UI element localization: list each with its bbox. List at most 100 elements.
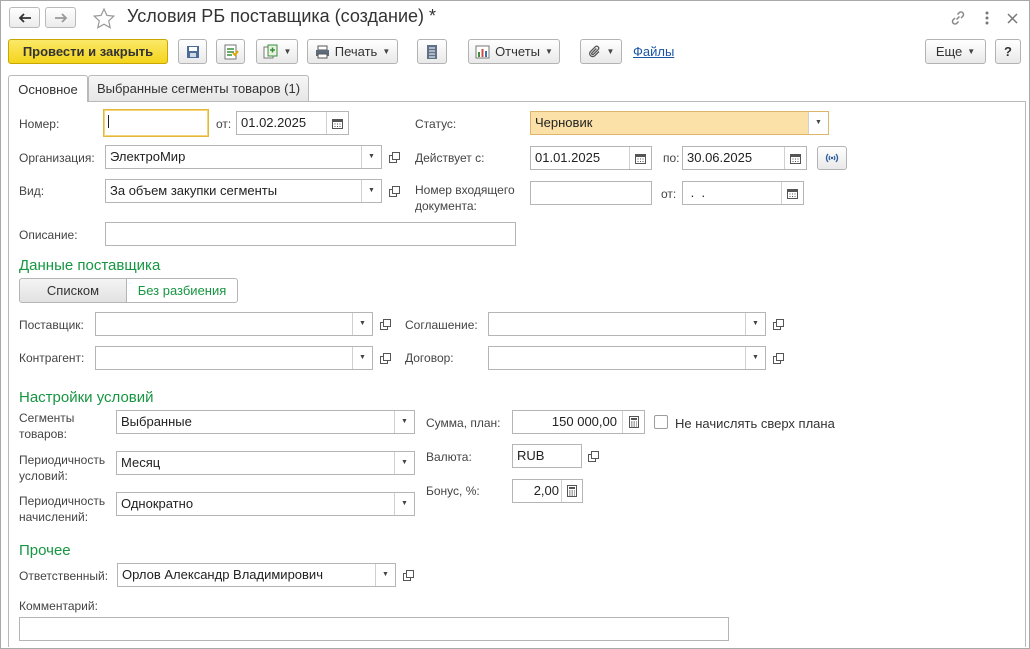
create-based-on-button[interactable]: ▼ — [256, 39, 298, 64]
calendar-button[interactable] — [781, 182, 803, 204]
incoming-date-field[interactable]: . . — [682, 181, 804, 205]
amount-field[interactable]: 150 000,00 — [512, 410, 645, 434]
help-label: ? — [1004, 44, 1012, 59]
no-over-plan-checkbox[interactable] — [654, 415, 668, 429]
reports-button[interactable]: Отчеты ▼ — [468, 39, 560, 64]
contract-field[interactable]: ▼ — [488, 346, 766, 370]
bonus-field[interactable]: 2,00 — [512, 479, 583, 503]
open-supplier-button[interactable] — [374, 312, 396, 336]
tab-selected-segments-label: Выбранные сегменты товаров (1) — [96, 81, 301, 96]
segments-label-2: товаров: — [19, 427, 68, 441]
floppy-disk-icon — [186, 45, 199, 58]
more-actions-button[interactable]: Еще ▼ — [925, 39, 986, 64]
responsible-field[interactable]: Орлов Александр Владимирович ▼ — [117, 563, 396, 587]
open-agreement-button[interactable] — [767, 312, 789, 336]
tab-selected-segments[interactable]: Выбранные сегменты товаров (1) — [88, 75, 309, 101]
status-select[interactable]: Черновик ▼ — [530, 111, 829, 135]
number-label: Номер: — [19, 117, 60, 131]
chevron-down-icon[interactable]: ▼ — [394, 493, 414, 515]
valid-to-field[interactable]: 30.06.2025 — [682, 146, 807, 170]
organization-label: Организация: — [19, 151, 95, 165]
chevron-down-icon[interactable]: ▼ — [352, 347, 372, 369]
chevron-down-icon[interactable]: ▼ — [375, 564, 395, 586]
close-icon — [1006, 12, 1018, 24]
print-button[interactable]: Печать ▼ — [307, 39, 398, 64]
open-window-icon — [388, 185, 400, 197]
open-window-icon — [402, 569, 414, 581]
incoming-number-field[interactable] — [530, 181, 652, 205]
period-select-button[interactable] — [817, 146, 847, 170]
open-counterparty-button[interactable] — [374, 346, 396, 370]
conditions-section-title: Настройки условий — [19, 389, 154, 406]
open-responsible-button[interactable] — [397, 563, 419, 587]
from-label: от: — [216, 117, 232, 131]
post-button[interactable] — [216, 39, 245, 64]
open-contract-button[interactable] — [767, 346, 789, 370]
chevron-down-icon[interactable]: ▼ — [361, 146, 381, 168]
more-menu-button[interactable] — [981, 9, 993, 27]
files-link[interactable]: Файлы — [633, 44, 674, 59]
chevron-down-icon: ▼ — [382, 47, 391, 56]
chevron-down-icon[interactable]: ▼ — [745, 347, 765, 369]
segments-select[interactable]: Выбранные ▼ — [116, 410, 415, 434]
calendar-button[interactable] — [326, 112, 348, 134]
journal-button[interactable] — [417, 39, 447, 64]
open-window-icon — [379, 352, 391, 364]
open-window-icon — [772, 318, 784, 330]
favorite-button[interactable] — [92, 6, 116, 30]
kind-field[interactable]: За объем закупки сегменты ▼ — [105, 179, 382, 203]
chevron-down-icon[interactable]: ▼ — [394, 411, 414, 433]
organization-field[interactable]: ЭлектроМир ▼ — [105, 145, 382, 169]
link-button[interactable] — [949, 9, 967, 27]
attach-button[interactable]: ▼ — [580, 39, 622, 64]
post-and-close-button[interactable]: Провести и закрыть — [8, 39, 168, 64]
mode-list-button[interactable]: Списком — [19, 278, 127, 303]
post-and-close-label: Провести и закрыть — [22, 44, 154, 59]
back-button[interactable] — [9, 7, 40, 28]
calculator-button[interactable] — [561, 480, 582, 502]
chevron-down-icon: ▼ — [283, 47, 292, 56]
tab-main-label: Основное — [18, 81, 78, 97]
supplier-field[interactable]: ▼ — [95, 312, 373, 336]
currency-field[interactable]: RUB — [512, 444, 582, 468]
chevron-down-icon: ▼ — [545, 47, 553, 56]
comment-field[interactable] — [19, 617, 729, 641]
help-button[interactable]: ? — [995, 39, 1021, 64]
open-organization-button[interactable] — [383, 145, 405, 169]
segments-label-1: Сегменты — [19, 411, 75, 425]
open-window-icon — [587, 450, 599, 462]
incoming-number-label-1: Номер входящего — [415, 183, 515, 197]
accrual-label-2: начислений: — [19, 510, 89, 524]
date-field[interactable]: 01.02.2025 — [236, 111, 349, 135]
forward-button[interactable] — [45, 7, 76, 28]
chevron-down-icon[interactable]: ▼ — [352, 313, 372, 335]
counterparty-label: Контрагент: — [19, 351, 85, 365]
calculator-button[interactable] — [622, 411, 644, 433]
open-kind-button[interactable] — [383, 179, 405, 203]
tab-main[interactable]: Основное — [8, 75, 88, 102]
valid-from-field[interactable]: 01.01.2025 — [530, 146, 652, 170]
periodicity-select[interactable]: Месяц ▼ — [116, 451, 415, 475]
open-currency-button[interactable] — [582, 444, 604, 468]
agreement-field[interactable]: ▼ — [488, 312, 766, 336]
window-title: Условия РБ поставщика (создание) * — [127, 6, 437, 26]
reports-label: Отчеты — [495, 44, 540, 59]
chevron-down-icon[interactable]: ▼ — [745, 313, 765, 335]
create-based-on-icon — [263, 44, 278, 58]
supplier-label: Поставщик: — [19, 318, 84, 332]
calendar-button[interactable] — [629, 147, 651, 169]
chevron-down-icon[interactable]: ▼ — [361, 180, 381, 202]
description-field[interactable] — [105, 222, 516, 246]
calendar-icon — [787, 188, 798, 199]
close-button[interactable] — [1003, 9, 1021, 27]
bonus-label: Бонус, %: — [426, 484, 480, 498]
chevron-down-icon[interactable]: ▼ — [394, 452, 414, 474]
chevron-down-icon[interactable]: ▼ — [808, 112, 828, 134]
link-icon — [951, 11, 965, 25]
calendar-button[interactable] — [784, 147, 806, 169]
mode-nosplit-button[interactable]: Без разбиения — [126, 278, 238, 303]
accrual-select[interactable]: Однократно ▼ — [116, 492, 415, 516]
save-button[interactable] — [178, 39, 207, 64]
counterparty-field[interactable]: ▼ — [95, 346, 373, 370]
number-field[interactable] — [103, 109, 209, 137]
